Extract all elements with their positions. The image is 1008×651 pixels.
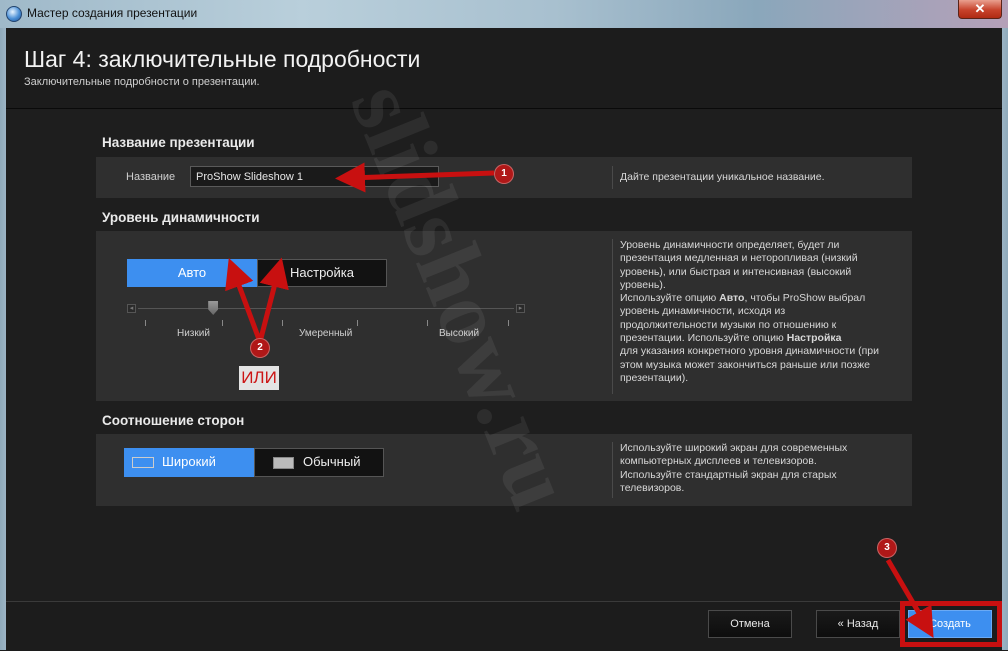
- aspect-divider: [612, 442, 613, 498]
- standard-screen-icon: [273, 457, 294, 469]
- dynamics-slider-track[interactable]: [138, 308, 514, 309]
- create-button-highlight: [900, 601, 1002, 647]
- slider-label-medium: Умеренный: [299, 328, 353, 339]
- name-section-title: Название презентации: [102, 135, 255, 150]
- dynamics-divider: [612, 239, 613, 394]
- dynamics-section-title: Уровень динамичности: [102, 210, 260, 225]
- window-frame-right: [1002, 28, 1008, 650]
- annotation-marker-3: 3: [877, 538, 897, 558]
- name-label: Название: [126, 171, 176, 183]
- slider-tick: [222, 320, 223, 326]
- name-divider: [612, 166, 613, 189]
- widescreen-icon: [132, 457, 154, 468]
- slider-right-arrow[interactable]: ▸: [516, 304, 525, 313]
- aspect-wide-option[interactable]: Широкий: [124, 448, 254, 477]
- aspect-wide-label: Широкий: [162, 454, 216, 469]
- slider-label-high: Высокий: [439, 328, 480, 339]
- dynamics-panel: Авто Настройка ◂ ▸ Низкий Умеренный Высо…: [96, 231, 912, 401]
- page-title: Шаг 4: заключительные подробности: [24, 46, 421, 72]
- window-title: Мастер создания презентации: [27, 6, 198, 20]
- back-button[interactable]: « Назад: [816, 610, 900, 638]
- slider-tick: [357, 320, 358, 326]
- or-label: ИЛИ: [239, 366, 279, 390]
- dynamics-auto-option[interactable]: Авто: [127, 259, 257, 287]
- aspect-standard-label: Обычный: [303, 454, 361, 469]
- aspect-panel: Широкий Обычный Используйте широкий экра…: [96, 434, 912, 506]
- annotation-marker-2: 2: [250, 338, 270, 358]
- slider-left-arrow[interactable]: ◂: [127, 304, 136, 313]
- aspect-section-title: Соотношение сторон: [102, 413, 245, 428]
- wizard-footer: Отмена « Назад Создать: [6, 601, 1002, 651]
- wizard-header: Шаг 4: заключительные подробности Заключ…: [6, 28, 1002, 109]
- slider-tick: [508, 320, 509, 326]
- slider-tick: [145, 320, 146, 326]
- slider-tick: [427, 320, 428, 326]
- name-help-text: Дайте презентации уникальное название.: [620, 171, 825, 183]
- slider-label-low: Низкий: [177, 328, 210, 339]
- aspect-standard-option[interactable]: Обычный: [254, 448, 384, 477]
- page-subtitle: Заключительные подробности о презентации…: [24, 76, 260, 88]
- dynamics-custom-option[interactable]: Настройка: [257, 259, 387, 287]
- proshow-app-icon: [6, 6, 22, 22]
- presentation-name-input[interactable]: [190, 166, 439, 187]
- slider-tick: [282, 320, 283, 326]
- dynamics-help-text: Уровень динамичности определяет, будет л…: [620, 239, 879, 384]
- window-close-button[interactable]: ✕: [958, 0, 1002, 19]
- dynamics-slider-thumb[interactable]: [208, 301, 219, 315]
- aspect-help-text: Используйте широкий экран для современны…: [620, 442, 848, 494]
- annotation-marker-1: 1: [494, 164, 514, 184]
- window-titlebar: Мастер создания презентации ✕: [0, 0, 1008, 28]
- cancel-button[interactable]: Отмена: [708, 610, 792, 638]
